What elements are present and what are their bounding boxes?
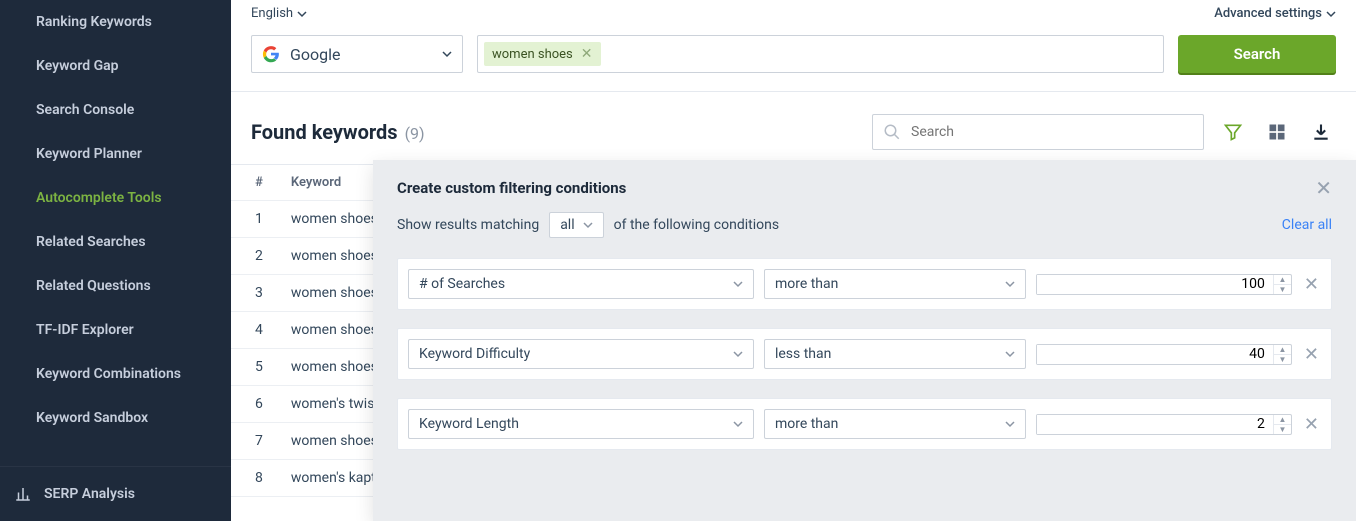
- chevron-down-icon: [1326, 9, 1336, 19]
- condition-operator-select[interactable]: less than: [764, 339, 1026, 369]
- google-icon: [262, 45, 280, 63]
- search-row: Google women shoes ✕ Search: [231, 23, 1356, 91]
- remove-tag-icon[interactable]: ✕: [581, 46, 593, 62]
- condition-value-input[interactable]: [1037, 415, 1273, 434]
- delete-condition-icon[interactable]: ✕: [1302, 344, 1321, 365]
- content: Found keywords (9) #: [231, 91, 1356, 521]
- step-up-icon[interactable]: ▲: [1274, 275, 1291, 285]
- chevron-down-icon: [1005, 279, 1015, 289]
- delete-condition-icon[interactable]: ✕: [1302, 274, 1321, 295]
- download-icon: [1311, 122, 1331, 142]
- condition-operator-select[interactable]: more than: [764, 409, 1026, 439]
- condition-value-input[interactable]: [1037, 275, 1273, 294]
- chevron-down-icon: [583, 220, 593, 230]
- filter-condition: Keyword Length more than ▲▼ ✕: [397, 398, 1332, 450]
- topbar: English Advanced settings: [231, 0, 1356, 23]
- clear-all-link[interactable]: Clear all: [1282, 217, 1332, 233]
- condition-operator-select[interactable]: more than: [764, 269, 1026, 299]
- condition-field-select[interactable]: Keyword Difficulty: [408, 339, 754, 369]
- sidebar-item-search-console[interactable]: Search Console: [0, 88, 231, 132]
- engine-label: Google: [290, 45, 341, 64]
- chevron-down-icon: [733, 279, 743, 289]
- keyword-input[interactable]: women shoes ✕: [477, 35, 1164, 73]
- sidebar-item-keyword-gap[interactable]: Keyword Gap: [0, 44, 231, 88]
- filter-panel-title: Create custom filtering conditions: [397, 179, 626, 197]
- step-down-icon[interactable]: ▼: [1274, 355, 1291, 364]
- advanced-settings-label: Advanced settings: [1214, 6, 1322, 21]
- filter-panel: Create custom filtering conditions ✕ Sho…: [373, 160, 1356, 521]
- keyword-search-field[interactable]: [872, 114, 1204, 150]
- condition-value-input[interactable]: [1037, 345, 1273, 364]
- chevron-down-icon: [733, 419, 743, 429]
- found-keywords-header: Found keywords (9): [231, 92, 1356, 164]
- step-down-icon[interactable]: ▼: [1274, 285, 1291, 294]
- main: English Advanced settings Google women s…: [231, 0, 1356, 521]
- sidebar-item-keyword-planner[interactable]: Keyword Planner: [0, 132, 231, 176]
- chevron-down-icon: [442, 49, 452, 59]
- keyword-tag-label: women shoes: [492, 47, 573, 62]
- condition-value-stepper[interactable]: ▲▼: [1036, 414, 1292, 435]
- condition-value-stepper[interactable]: ▲▼: [1036, 344, 1292, 365]
- filter-condition: Keyword Difficulty less than ▲▼ ✕: [397, 328, 1332, 380]
- step-up-icon[interactable]: ▲: [1274, 415, 1291, 425]
- search-icon: [883, 123, 901, 141]
- chevron-down-icon: [1005, 349, 1015, 359]
- funnel-icon: [1223, 122, 1243, 142]
- sidebar-item-tf-idf-explorer[interactable]: TF-IDF Explorer: [0, 308, 231, 352]
- chevron-down-icon: [733, 349, 743, 359]
- grid-icon: [1267, 122, 1287, 142]
- condition-field-select[interactable]: # of Searches: [408, 269, 754, 299]
- match-suffix: of the following conditions: [614, 217, 779, 233]
- search-engine-select[interactable]: Google: [251, 35, 463, 73]
- found-keywords-title: Found keywords: [251, 120, 398, 144]
- chevron-down-icon: [297, 9, 307, 19]
- filter-condition: # of Searches more than ▲▼ ✕: [397, 258, 1332, 310]
- sidebar-item-related-questions[interactable]: Related Questions: [0, 264, 231, 308]
- sidebar-item-related-searches[interactable]: Related Searches: [0, 220, 231, 264]
- sidebar-item-keyword-sandbox[interactable]: Keyword Sandbox: [0, 396, 231, 440]
- sidebar-item-ranking-keywords[interactable]: Ranking Keywords: [0, 0, 231, 44]
- close-icon[interactable]: ✕: [1315, 178, 1332, 198]
- filter-button[interactable]: [1218, 122, 1248, 142]
- condition-value-stepper[interactable]: ▲▼: [1036, 274, 1292, 295]
- step-up-icon[interactable]: ▲: [1274, 345, 1291, 355]
- view-toggle-button[interactable]: [1262, 122, 1292, 142]
- sidebar-item-keyword-combinations[interactable]: Keyword Combinations: [0, 352, 231, 396]
- col-num[interactable]: #: [231, 165, 277, 201]
- serp-analysis-label: SERP Analysis: [44, 486, 135, 502]
- chevron-down-icon: [1005, 419, 1015, 429]
- found-keywords-count: (9): [405, 124, 425, 143]
- sidebar: Ranking Keywords Keyword Gap Search Cons…: [0, 0, 231, 521]
- download-button[interactable]: [1306, 122, 1336, 142]
- search-button[interactable]: Search: [1178, 35, 1336, 73]
- sidebar-item-autocomplete-tools[interactable]: Autocomplete Tools: [0, 176, 231, 220]
- match-prefix: Show results matching: [397, 217, 539, 233]
- step-down-icon[interactable]: ▼: [1274, 425, 1291, 434]
- language-select[interactable]: English: [251, 6, 307, 21]
- keyword-tag: women shoes ✕: [484, 42, 601, 66]
- bar-chart-icon: [14, 485, 32, 503]
- match-mode-select[interactable]: all: [549, 212, 603, 238]
- delete-condition-icon[interactable]: ✕: [1302, 414, 1321, 435]
- language-label: English: [251, 6, 293, 21]
- condition-field-select[interactable]: Keyword Length: [408, 409, 754, 439]
- advanced-settings[interactable]: Advanced settings: [1214, 6, 1336, 21]
- sidebar-item-serp-analysis[interactable]: SERP Analysis: [0, 466, 231, 521]
- keyword-search-input[interactable]: [911, 124, 1193, 140]
